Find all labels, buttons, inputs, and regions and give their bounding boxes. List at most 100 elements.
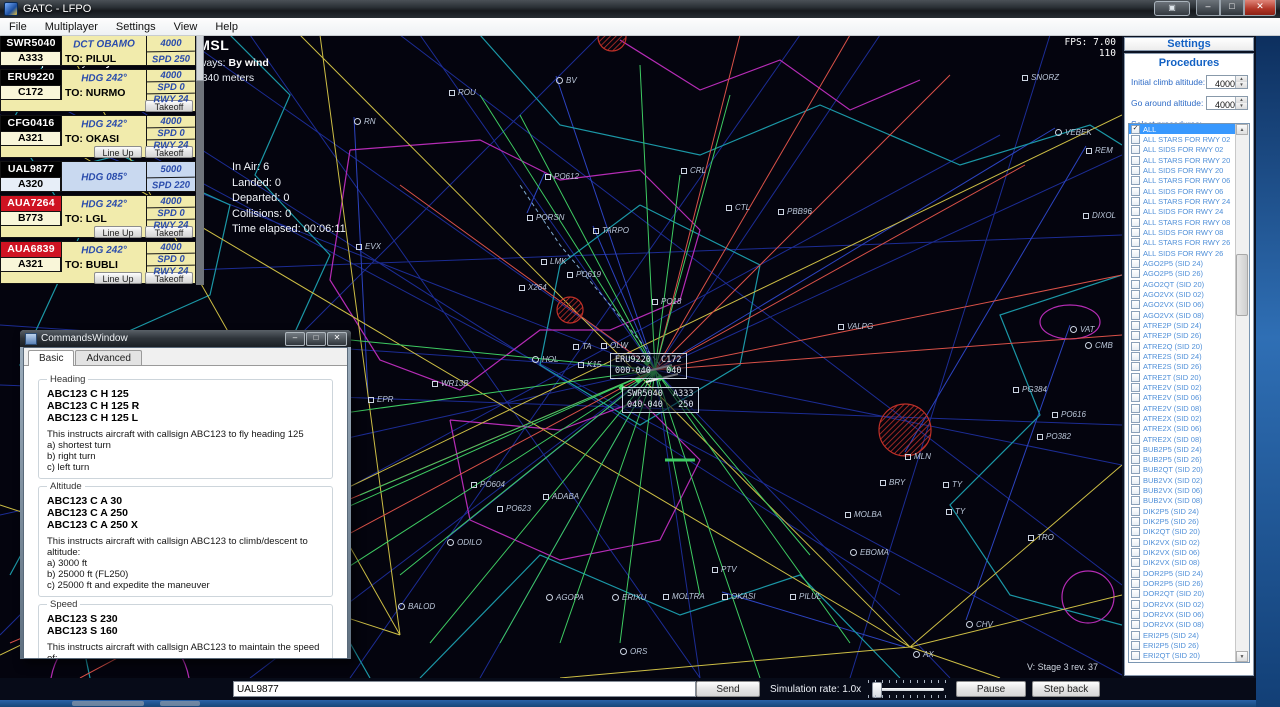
checkbox-icon[interactable] xyxy=(1131,455,1140,464)
screenshot-button[interactable]: ▣ xyxy=(1154,1,1190,16)
procedure-item[interactable]: ATRE2S (SID 26) xyxy=(1129,362,1236,372)
commands-maximize-button[interactable]: □ xyxy=(306,332,326,346)
checkbox-icon[interactable] xyxy=(1131,269,1140,278)
checkbox-icon[interactable] xyxy=(1131,280,1140,289)
flight-strip-swr5040[interactable]: SWR5040A333DCT OBAMOTO: PILUL4000SPD 250 xyxy=(0,35,196,66)
procedure-item[interactable]: DOR2VX (SID 08) xyxy=(1129,620,1236,630)
simulation-rate-slider[interactable] xyxy=(868,680,946,698)
procedure-item[interactable]: BUB2QT (SID 20) xyxy=(1129,465,1236,475)
procedure-item[interactable]: ALL STARS FOR RWY 20 xyxy=(1129,155,1236,165)
checkbox-icon[interactable] xyxy=(1131,486,1140,495)
procedure-item[interactable]: ALL SIDS FOR RWY 08 xyxy=(1129,227,1236,237)
window-titlebar[interactable]: GATC - LFPO ▣ – □ ✕ xyxy=(0,0,1280,18)
minimize-button[interactable]: – xyxy=(1196,0,1220,16)
procedure-item[interactable]: AGO2VX (SID 02) xyxy=(1129,289,1236,299)
checkbox-icon[interactable] xyxy=(1131,218,1140,227)
spinner-down-icon[interactable]: ▼ xyxy=(1236,82,1247,88)
checkbox-icon[interactable] xyxy=(1131,373,1140,382)
procedure-item[interactable]: BUB2VX (SID 02) xyxy=(1129,475,1236,485)
checkbox-icon[interactable] xyxy=(1131,393,1140,402)
menu-item-settings[interactable]: Settings xyxy=(107,21,165,33)
procedures-scroll-thumb[interactable] xyxy=(1236,254,1248,316)
strip-line-up-button[interactable]: Line Up xyxy=(94,226,142,238)
procedures-scrollbar[interactable]: ▲ ▼ xyxy=(1235,124,1249,662)
checkbox-icon[interactable] xyxy=(1131,548,1140,557)
checkbox-icon[interactable]: ✓ xyxy=(1131,125,1140,134)
checkbox-icon[interactable] xyxy=(1131,600,1140,609)
checkbox-icon[interactable] xyxy=(1131,445,1140,454)
checkbox-icon[interactable] xyxy=(1131,631,1140,640)
procedure-item[interactable]: ATRE2V (SID 08) xyxy=(1129,403,1236,413)
checkbox-icon[interactable] xyxy=(1131,331,1140,340)
tab-advanced[interactable]: Advanced xyxy=(75,350,141,365)
commands-close-button[interactable]: ✕ xyxy=(327,332,347,346)
command-input[interactable] xyxy=(233,681,696,697)
procedures-list[interactable]: ✓ALLALL STARS FOR RWY 02ALL SIDS FOR RWY… xyxy=(1128,123,1250,663)
checkbox-icon[interactable] xyxy=(1131,352,1140,361)
procedure-item[interactable]: ATRE2V (SID 06) xyxy=(1129,393,1236,403)
checkbox-icon[interactable] xyxy=(1131,321,1140,330)
procedure-item[interactable]: ALL SIDS FOR RWY 24 xyxy=(1129,207,1236,217)
checkbox-icon[interactable] xyxy=(1131,476,1140,485)
checkbox-icon[interactable] xyxy=(1131,176,1140,185)
procedure-item[interactable]: DIK2VX (SID 06) xyxy=(1129,547,1236,557)
commands-minimize-button[interactable]: – xyxy=(285,332,305,346)
procedure-item[interactable]: AGO2P5 (SID 24) xyxy=(1129,258,1236,268)
step-back-button[interactable]: Step back xyxy=(1032,681,1100,697)
checkbox-icon[interactable] xyxy=(1131,290,1140,299)
strip-bay-scroll-thumb[interactable] xyxy=(196,35,204,81)
checkbox-icon[interactable] xyxy=(1131,538,1140,547)
procedure-item[interactable]: DOR2P5 (SID 24) xyxy=(1129,568,1236,578)
procedure-item[interactable]: ALL STARS FOR RWY 08 xyxy=(1129,217,1236,227)
procedure-item[interactable]: AGO2P5 (SID 26) xyxy=(1129,269,1236,279)
flight-strip-aua6839[interactable]: AUA6839A321HDG 242°TO: BUBLI4000SPD 0RWY… xyxy=(0,241,196,284)
commands-window[interactable]: CommandsWindow – □ ✕ BasicAdvanced Headi… xyxy=(20,330,351,659)
procedure-item[interactable]: ALL SIDS FOR RWY 20 xyxy=(1129,165,1236,175)
procedure-item[interactable]: ATRE2P (SID 24) xyxy=(1129,320,1236,330)
checkbox-icon[interactable] xyxy=(1131,342,1140,351)
menu-item-help[interactable]: Help xyxy=(206,21,247,33)
checkbox-icon[interactable] xyxy=(1131,383,1140,392)
checkbox-icon[interactable] xyxy=(1131,145,1140,154)
pause-button[interactable]: Pause xyxy=(956,681,1026,697)
procedure-item[interactable]: BUB2VX (SID 08) xyxy=(1129,496,1236,506)
procedure-item[interactable]: ATRE2X (SID 08) xyxy=(1129,434,1236,444)
checkbox-icon[interactable] xyxy=(1131,558,1140,567)
aircraft-data-tag[interactable]: ERU9220 C172 000-040 040 xyxy=(610,353,687,379)
procedure-item[interactable]: ALL STARS FOR RWY 26 xyxy=(1129,238,1236,248)
close-button[interactable]: ✕ xyxy=(1244,0,1276,16)
procedure-item[interactable]: DIK2P5 (SID 24) xyxy=(1129,506,1236,516)
procedure-item[interactable]: ATRE2S (SID 24) xyxy=(1129,351,1236,361)
procedure-item[interactable]: ALL STARS FOR RWY 24 xyxy=(1129,196,1236,206)
procedure-item[interactable]: DOR2VX (SID 06) xyxy=(1129,609,1236,619)
menu-item-multiplayer[interactable]: Multiplayer xyxy=(36,21,107,33)
maximize-button[interactable]: □ xyxy=(1220,0,1244,16)
checkbox-icon[interactable] xyxy=(1131,610,1140,619)
procedure-item[interactable]: ✓ALL xyxy=(1129,124,1236,134)
settings-panel-header[interactable]: Settings xyxy=(1124,37,1254,51)
procedure-item[interactable]: DIK2VX (SID 02) xyxy=(1129,537,1236,547)
procedure-item[interactable]: BUB2P5 (SID 26) xyxy=(1129,455,1236,465)
menu-item-view[interactable]: View xyxy=(165,21,207,33)
send-button[interactable]: Send xyxy=(696,681,760,697)
flight-strip-ual9877[interactable]: UAL9877A320HDG 085°5000SPD 220 xyxy=(0,161,196,192)
slider-track[interactable] xyxy=(874,688,944,691)
checkbox-icon[interactable] xyxy=(1131,156,1140,165)
procedure-item[interactable]: DIK2P5 (SID 26) xyxy=(1129,516,1236,526)
procedure-item[interactable]: ERI2P5 (SID 26) xyxy=(1129,640,1236,650)
procedure-item[interactable]: ATRE2X (SID 06) xyxy=(1129,424,1236,434)
procedure-item[interactable]: AGO2QT (SID 20) xyxy=(1129,279,1236,289)
checkbox-icon[interactable] xyxy=(1131,620,1140,629)
checkbox-icon[interactable] xyxy=(1131,404,1140,413)
procedure-item[interactable]: ATRE2Q (SID 20) xyxy=(1129,341,1236,351)
procedure-item[interactable]: ALL SIDS FOR RWY 02 xyxy=(1129,145,1236,155)
checkbox-icon[interactable] xyxy=(1131,496,1140,505)
strip-bay-scrollbar[interactable] xyxy=(196,35,204,285)
tab-basic[interactable]: Basic xyxy=(28,350,74,366)
procedure-item[interactable]: ATRE2X (SID 02) xyxy=(1129,413,1236,423)
procedure-item[interactable]: AGO2VX (SID 06) xyxy=(1129,300,1236,310)
procedure-item[interactable]: ALL STARS FOR RWY 06 xyxy=(1129,176,1236,186)
checkbox-icon[interactable] xyxy=(1131,238,1140,247)
menu-item-file[interactable]: File xyxy=(0,21,36,33)
strip-line-up-button[interactable]: Line Up xyxy=(94,272,142,284)
